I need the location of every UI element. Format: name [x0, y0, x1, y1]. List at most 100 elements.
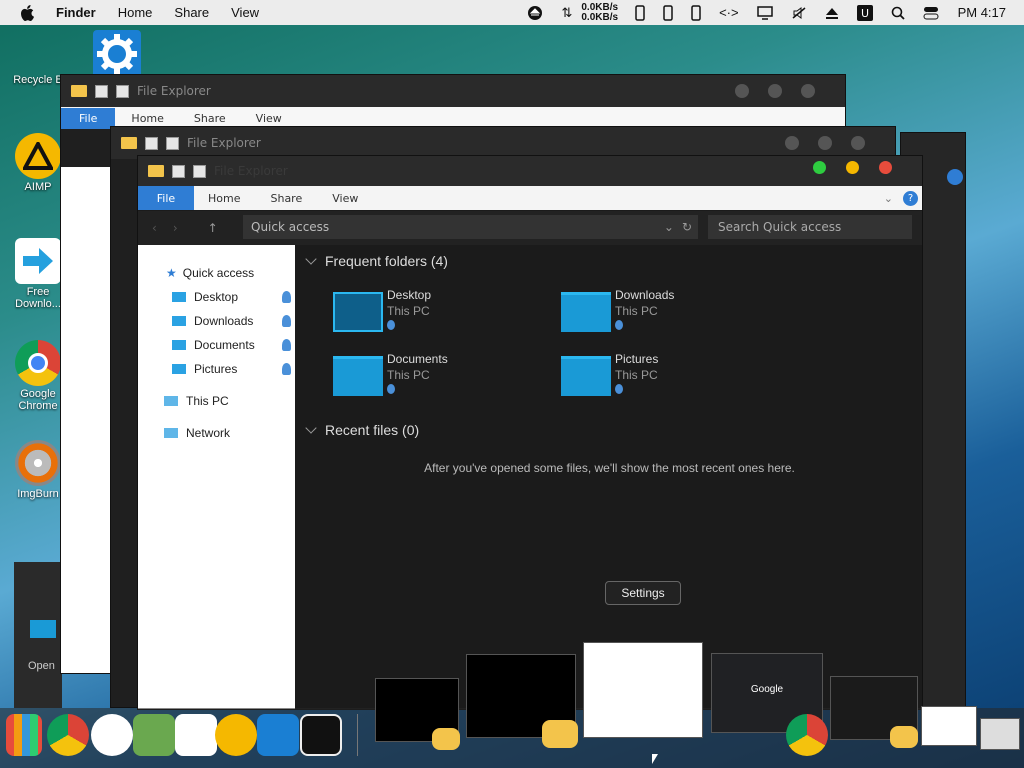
- new-folder-icon[interactable]: [116, 84, 129, 98]
- dock-chrome-icon[interactable]: [47, 714, 89, 756]
- apple-icon[interactable]: [20, 4, 34, 21]
- tab-file[interactable]: File: [61, 107, 116, 129]
- folder-icon: [148, 165, 164, 177]
- file-explorer-window[interactable]: File Explorer File Home Share View ⌄ ? ‹…: [137, 155, 923, 710]
- control-center-icon[interactable]: [923, 6, 939, 20]
- help-icon[interactable]: ?: [903, 190, 918, 206]
- address-text: Quick access: [251, 220, 330, 234]
- dock-settings-icon[interactable]: [257, 714, 299, 756]
- menu-app-name[interactable]: Finder: [56, 5, 96, 20]
- maximize-button[interactable]: [818, 136, 832, 150]
- phone-icon[interactable]: [635, 4, 645, 21]
- net-down: 0.0KB/s: [581, 11, 619, 23]
- nav-pane-back: [61, 167, 113, 673]
- close-button[interactable]: [879, 161, 892, 174]
- properties-icon[interactable]: [172, 164, 185, 178]
- maximize-button[interactable]: [768, 84, 782, 98]
- up-arrow-icon[interactable]: ↑: [208, 221, 218, 235]
- eject-circle-icon[interactable]: [527, 5, 543, 21]
- nav-item-desktop[interactable]: Desktop: [138, 285, 295, 309]
- downloads-folder-icon: [172, 316, 186, 326]
- nav-label: Network: [186, 426, 231, 440]
- window-thumbnail-settings[interactable]: [583, 642, 703, 738]
- menu-share[interactable]: Share: [174, 5, 209, 20]
- dock-chrome-icon-2[interactable]: [786, 714, 828, 756]
- search-icon[interactable]: [891, 6, 905, 20]
- desktop-icon-label: Open: [28, 660, 55, 672]
- folder-name: Downloads: [615, 288, 675, 302]
- folder-location: This PC: [387, 368, 430, 382]
- help-icon[interactable]: [947, 169, 963, 185]
- nav-item-documents[interactable]: Documents: [138, 333, 295, 357]
- minimize-button[interactable]: [735, 84, 749, 98]
- address-dropdown-icon[interactable]: ⌄: [664, 220, 674, 234]
- tab-view[interactable]: View: [332, 192, 358, 205]
- refresh-icon[interactable]: ↻: [682, 220, 692, 234]
- nav-item-this-pc[interactable]: This PC: [138, 389, 295, 413]
- phone-icon-2[interactable]: [663, 4, 673, 21]
- eject-icon[interactable]: [825, 6, 839, 20]
- forward-arrow-icon[interactable]: ›: [173, 221, 178, 235]
- dock-file-explorer-icon[interactable]: [432, 728, 460, 750]
- window-thumbnail-small[interactable]: [980, 718, 1020, 750]
- close-button[interactable]: [851, 136, 865, 150]
- dock-aimp-icon[interactable]: [215, 714, 257, 756]
- tab-file[interactable]: File: [138, 186, 194, 210]
- net-up: 0.0KB/s: [581, 1, 619, 13]
- tab-home[interactable]: Home: [131, 112, 163, 125]
- folder-tile-desktop[interactable]: Desktop This PC: [333, 288, 431, 332]
- tab-share[interactable]: Share: [270, 192, 302, 205]
- menu-view[interactable]: View: [231, 5, 259, 20]
- nav-item-quick-access[interactable]: ★ Quick access: [138, 261, 295, 285]
- tab-share[interactable]: Share: [194, 112, 226, 125]
- mute-icon[interactable]: [791, 6, 807, 20]
- sync-icon[interactable]: ⇅: [561, 5, 572, 21]
- dock-free-download-icon[interactable]: [175, 714, 217, 756]
- minimize-button[interactable]: [785, 136, 799, 150]
- folder-location: This PC: [615, 368, 658, 382]
- dock-file-explorer-icon-3[interactable]: [890, 726, 918, 748]
- network-icon: [164, 428, 178, 438]
- documents-folder-icon: [172, 340, 186, 350]
- dock-music-icon[interactable]: [91, 714, 133, 756]
- folder-tile-pictures[interactable]: Pictures This PC: [561, 352, 658, 396]
- tab-home[interactable]: Home: [208, 192, 240, 205]
- folder-location: This PC: [387, 304, 430, 318]
- nav-item-downloads[interactable]: Downloads: [138, 309, 295, 333]
- close-button[interactable]: [801, 84, 815, 98]
- code-icon[interactable]: <·>: [719, 5, 739, 20]
- address-input[interactable]: Quick access ⌄ ↻: [243, 215, 698, 239]
- svg-text:U: U: [861, 7, 869, 20]
- dock-keyboard-icon[interactable]: [300, 714, 342, 756]
- dock-preview-icon[interactable]: [133, 714, 175, 756]
- tab-view[interactable]: View: [256, 112, 282, 125]
- minimize-button[interactable]: [846, 161, 859, 174]
- settings-gear-icon[interactable]: [93, 30, 141, 78]
- new-folder-icon[interactable]: [166, 136, 179, 150]
- nav-item-pictures[interactable]: Pictures: [138, 357, 295, 381]
- clock[interactable]: PM 4:17: [958, 5, 1006, 20]
- nav-item-network[interactable]: Network: [138, 421, 295, 445]
- window-controls: [793, 161, 892, 174]
- monitor-icon[interactable]: [756, 5, 773, 20]
- dock-tooltip: Settings: [605, 581, 681, 605]
- dock-launchpad-icon[interactable]: [6, 714, 42, 756]
- u-app-icon[interactable]: U: [856, 4, 873, 21]
- menu-home[interactable]: Home: [118, 5, 153, 20]
- phone-icon-3[interactable]: [691, 4, 701, 21]
- zoom-button[interactable]: [813, 161, 826, 174]
- properties-icon[interactable]: [145, 136, 158, 150]
- back-arrow-icon[interactable]: ‹: [152, 221, 157, 235]
- window-controls: [766, 136, 865, 150]
- properties-icon[interactable]: [95, 84, 108, 98]
- new-folder-icon[interactable]: [193, 164, 206, 178]
- ribbon-expand-icon[interactable]: ⌄: [884, 192, 893, 205]
- frequent-folders-header[interactable]: Frequent folders (4): [305, 253, 448, 269]
- window-thumbnail-white[interactable]: [921, 706, 977, 746]
- dock-file-explorer-icon-2[interactable]: [542, 720, 578, 748]
- recent-files-header[interactable]: Recent files (0): [305, 422, 419, 438]
- folder-tile-documents[interactable]: Documents This PC: [333, 352, 448, 396]
- navigation-pane: ★ Quick access Desktop Downloads Documen…: [138, 245, 295, 709]
- search-input[interactable]: Search Quick access: [708, 215, 912, 239]
- folder-tile-downloads[interactable]: Downloads This PC: [561, 288, 674, 332]
